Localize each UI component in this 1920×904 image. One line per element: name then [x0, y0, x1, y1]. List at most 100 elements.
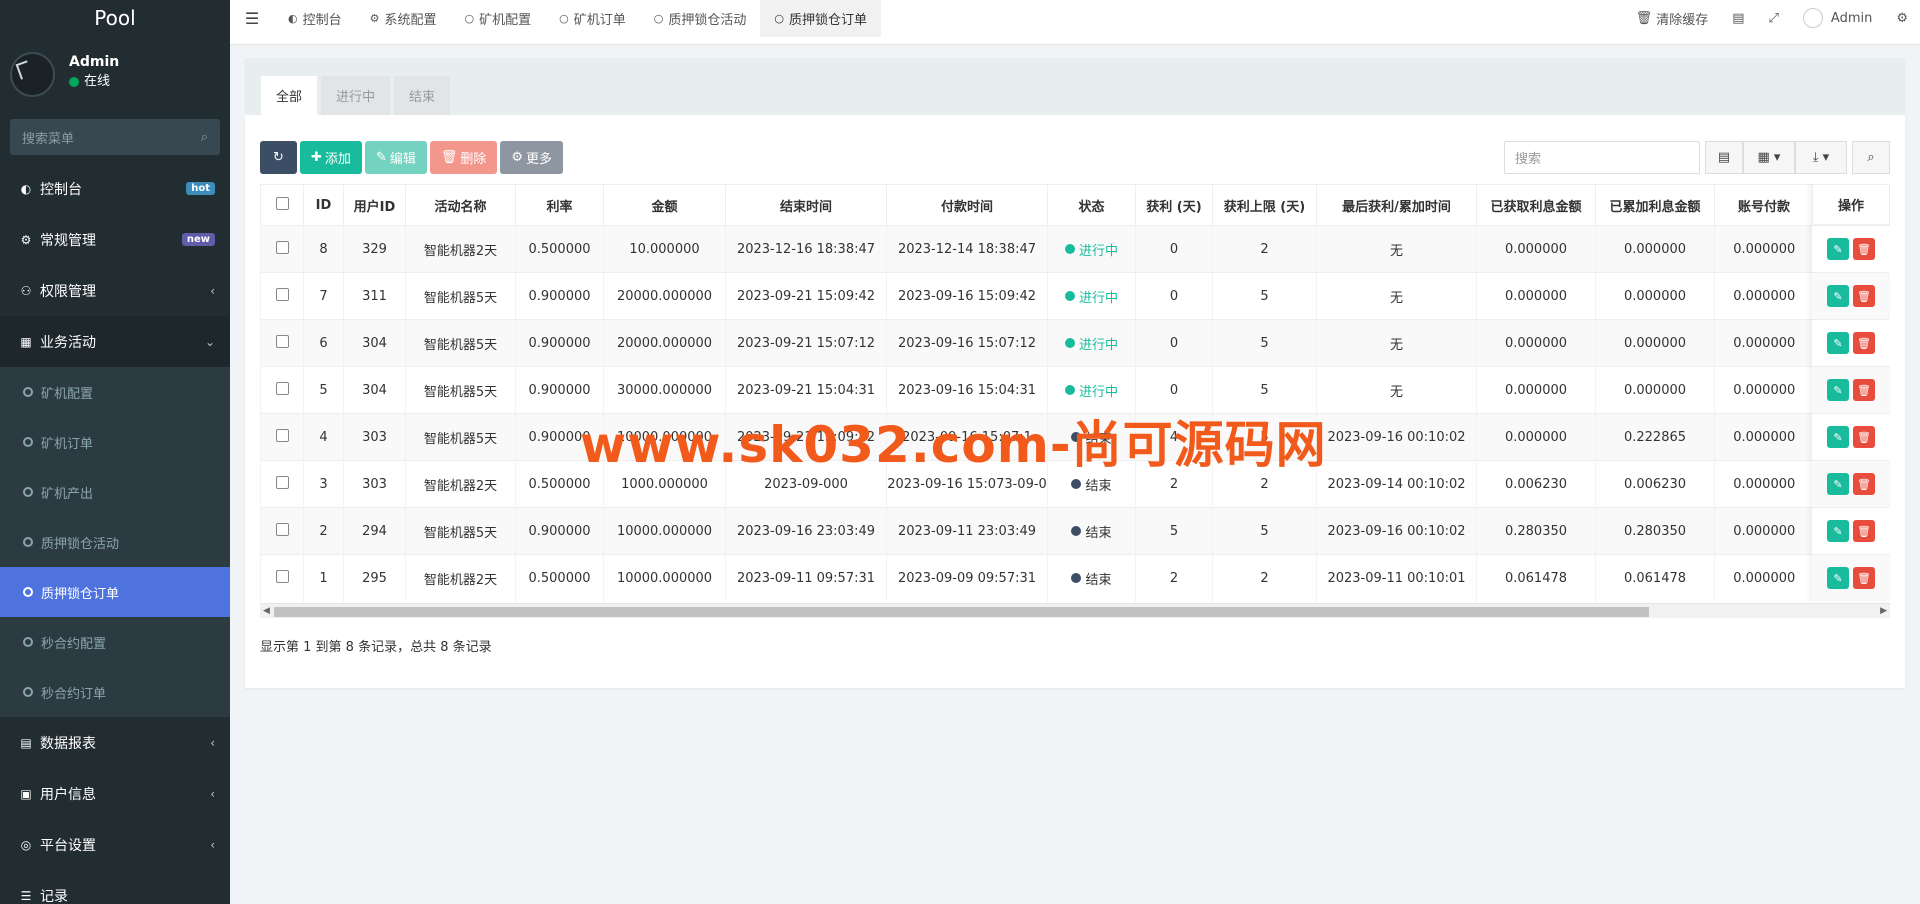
delete-row-button[interactable]: 🗑	[1853, 379, 1875, 401]
cell-account-pay: 0.000000	[1714, 319, 1814, 367]
cell-user-id: 304	[343, 366, 406, 414]
delete-row-button[interactable]: 🗑	[1853, 473, 1875, 495]
edit-row-button[interactable]: ✎	[1827, 379, 1849, 401]
col-activity[interactable]: 活动名称	[405, 184, 516, 226]
more-button[interactable]: ⚙ 更多	[500, 141, 564, 174]
row-checkbox[interactable]	[260, 319, 304, 367]
scroll-left-icon[interactable]: ◀	[263, 606, 270, 616]
col-end-time[interactable]: 结束时间	[725, 184, 887, 226]
col-interest-added[interactable]: 已累加利息金额	[1595, 184, 1715, 226]
row-checkbox[interactable]	[260, 366, 304, 414]
edit-row-button[interactable]: ✎	[1827, 520, 1849, 542]
cell-activity: 智能机器2天	[405, 554, 516, 602]
row-checkbox[interactable]	[260, 225, 304, 273]
brand-logo[interactable]: Pool	[0, 0, 230, 37]
delete-row-button[interactable]: 🗑	[1853, 285, 1875, 307]
filter-tab-all[interactable]: 全部	[261, 76, 318, 115]
select-all-checkbox[interactable]	[260, 184, 304, 226]
sidebar-subitem-contract-orders[interactable]: 秒合约订单	[0, 667, 230, 717]
sidebar-item-user-info[interactable]: ▣ 用户信息 ‹	[0, 768, 230, 819]
col-profit-limit[interactable]: 获利上限 (天)	[1212, 184, 1317, 226]
edit-row-button[interactable]: ✎	[1827, 473, 1849, 495]
sidebar-item-records[interactable]: ☰ 记录	[0, 870, 230, 904]
cell-interest-got: 0.000000	[1476, 272, 1596, 320]
export-icon[interactable]: ⤓ ▾	[1795, 141, 1847, 174]
row-checkbox[interactable]	[260, 272, 304, 320]
sidebar-subitem-staking-orders[interactable]: 质押锁仓订单	[0, 567, 230, 617]
col-status[interactable]: 状态	[1047, 184, 1136, 226]
edit-row-button[interactable]: ✎	[1827, 238, 1849, 260]
col-user-id[interactable]: 用户ID	[343, 184, 406, 226]
filter-tab-ongoing[interactable]: 进行中	[321, 76, 391, 115]
sidebar-item-business[interactable]: ▦ 业务活动 ⌄	[0, 316, 230, 367]
search-icon[interactable]: ⌕	[1852, 141, 1890, 174]
edit-button[interactable]: ✎ 编辑	[364, 141, 427, 174]
toggle-view-icon[interactable]: ▤	[1705, 141, 1743, 174]
refresh-button[interactable]: ↻	[260, 141, 297, 174]
filter-tab-ended[interactable]: 结束	[394, 76, 451, 115]
edit-row-button[interactable]: ✎	[1827, 332, 1849, 354]
sidebar-item-platform-settings[interactable]: ◎ 平台设置 ‹	[0, 819, 230, 870]
cell-profit-limit: 5	[1212, 507, 1317, 555]
edit-row-button[interactable]: ✎	[1827, 285, 1849, 307]
edit-row-button[interactable]: ✎	[1827, 567, 1849, 589]
status-badge: 结束	[1071, 522, 1112, 541]
sidebar-subitem-contract-config[interactable]: 秒合约配置	[0, 617, 230, 667]
avatar	[1802, 8, 1823, 28]
status-dot-icon	[1064, 291, 1075, 301]
col-profit-days[interactable]: 获利 (天)	[1135, 184, 1213, 226]
delete-row-button[interactable]: 🗑	[1853, 332, 1875, 354]
fullscreen-icon[interactable]: ⤢	[1757, 11, 1791, 26]
status-dot-icon	[1071, 573, 1082, 584]
horizontal-scrollbar[interactable]: ◀ ▶	[260, 603, 1890, 618]
cell-account-pay: 0.000000	[1714, 225, 1814, 273]
sidebar-item-general[interactable]: ⚙ 常规管理 new	[0, 214, 230, 265]
delete-button[interactable]: 🗑 删除	[429, 141, 498, 174]
delete-row-button[interactable]: 🗑	[1853, 238, 1875, 260]
language-icon[interactable]: ▤	[1720, 11, 1756, 26]
row-checkbox[interactable]	[260, 554, 304, 602]
delete-row-button[interactable]: 🗑	[1853, 520, 1875, 542]
menu-search-input[interactable]: 搜索菜单 ⌕	[10, 119, 220, 155]
table-search-input[interactable]: 搜索	[1504, 141, 1700, 174]
row-checkbox[interactable]	[260, 507, 304, 555]
sidebar-subitem-staking-activity[interactable]: 质押锁仓活动	[0, 517, 230, 567]
search-icon[interactable]: ⌕	[201, 130, 208, 145]
scrollbar-thumb[interactable]	[274, 607, 1649, 617]
col-amount[interactable]: 金额	[603, 184, 726, 226]
user-menu[interactable]: Admin	[1791, 8, 1884, 28]
col-account-pay[interactable]: 账号付款	[1714, 184, 1814, 226]
sidebar-subitem-miner-output[interactable]: 矿机产出	[0, 467, 230, 517]
sidebar-item-dashboard[interactable]: ◐ 控制台 hot	[0, 163, 230, 214]
sidebar-item-auth[interactable]: ⚇ 权限管理 ‹	[0, 265, 230, 316]
circle-icon	[23, 437, 33, 447]
sidebar-item-reports[interactable]: ▤ 数据报表 ‹	[0, 717, 230, 768]
cell-id: 3	[303, 460, 344, 508]
menu-toggle-icon[interactable]: ☰	[230, 0, 274, 37]
cell-pay-time: 2023-09-16 15:09:42	[886, 272, 1048, 320]
circle-icon	[23, 687, 33, 697]
tab-staking-orders[interactable]: ○ 质押锁仓订单	[760, 0, 882, 37]
sidebar-subitem-miner-orders[interactable]: 矿机订单	[0, 417, 230, 467]
col-id[interactable]: ID	[303, 184, 344, 226]
sidebar-subitem-miner-config[interactable]: 矿机配置	[0, 367, 230, 417]
edit-row-button[interactable]: ✎	[1827, 426, 1849, 448]
delete-row-button[interactable]: 🗑	[1853, 426, 1875, 448]
tab-miner-orders[interactable]: ○ 矿机订单	[545, 0, 640, 37]
clear-cache-button[interactable]: 🗑 清除缓存	[1624, 9, 1721, 28]
tab-system-config[interactable]: ⚙ 系统配置	[356, 0, 451, 37]
scroll-right-icon[interactable]: ▶	[1880, 606, 1887, 616]
tab-miner-config[interactable]: ○ 矿机配置	[451, 0, 546, 37]
col-last-profit-time[interactable]: 最后获利/累加时间	[1316, 184, 1477, 226]
columns-icon[interactable]: ▦ ▾	[1743, 141, 1795, 174]
row-checkbox[interactable]	[260, 460, 304, 508]
col-interest-got[interactable]: 已获取利息金额	[1476, 184, 1596, 226]
col-rate[interactable]: 利率	[515, 184, 604, 226]
col-pay-time[interactable]: 付款时间	[886, 184, 1048, 226]
add-button[interactable]: ✚ 添加	[300, 141, 362, 174]
tab-staking-activity[interactable]: ○ 质押锁仓活动	[640, 0, 761, 37]
settings-icon[interactable]: ⚙	[1884, 11, 1920, 26]
row-checkbox[interactable]	[260, 413, 304, 461]
tab-dashboard[interactable]: ◐ 控制台	[274, 0, 356, 37]
delete-row-button[interactable]: 🗑	[1853, 567, 1875, 589]
